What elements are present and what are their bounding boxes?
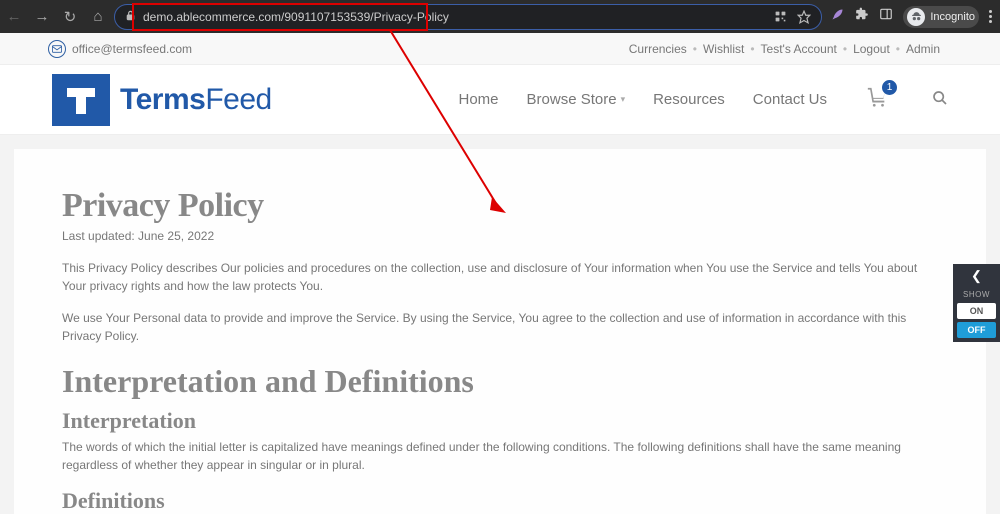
address-right-icons — [774, 10, 811, 24]
separator: • — [896, 42, 900, 56]
forward-button[interactable]: → — [34, 8, 50, 25]
side-show-label: SHOW — [953, 288, 1000, 303]
header: TermsFeed Home Browse Store ▾ Resources … — [0, 65, 1000, 135]
side-panel: ❮ SHOW ON OFF — [953, 264, 1000, 342]
top-strip: office@termsfeed.com Currencies • Wishli… — [0, 33, 1000, 65]
extensions-icon[interactable] — [855, 7, 869, 26]
nav-resources[interactable]: Resources — [653, 91, 725, 108]
chevron-down-icon: ▾ — [621, 94, 626, 105]
email-text: office@termsfeed.com — [72, 42, 192, 56]
link-logout[interactable]: Logout — [853, 42, 890, 56]
separator: • — [750, 42, 754, 56]
chrome-right-icons: Incognito — [830, 6, 994, 28]
updated-text: Last updated: June 25, 2022 — [62, 229, 938, 243]
feather-icon[interactable] — [830, 7, 845, 27]
logo-mark — [52, 74, 110, 126]
separator: • — [843, 42, 847, 56]
para-intro-1: This Privacy Policy describes Our polici… — [62, 259, 938, 295]
reload-button[interactable]: ↻ — [62, 8, 78, 26]
separator: • — [693, 42, 697, 56]
heading-interpretation: Interpretation — [62, 408, 938, 434]
panel-icon[interactable] — [879, 7, 893, 26]
cart-badge: 1 — [882, 80, 897, 95]
browser-chrome: ← → ↻ ⌂ demo.ablecommerce.com/9091107153… — [0, 0, 1000, 33]
menu-icon[interactable] — [989, 10, 992, 23]
email-wrap[interactable]: office@termsfeed.com — [48, 40, 192, 58]
cart-button[interactable]: 1 — [865, 86, 889, 114]
incognito-badge[interactable]: Incognito — [903, 6, 979, 28]
toggle-off[interactable]: OFF — [957, 322, 996, 338]
heading-interpretation-definitions: Interpretation and Definitions — [62, 363, 938, 400]
incognito-icon — [907, 8, 925, 26]
logo-text: TermsFeed — [120, 83, 272, 117]
link-admin[interactable]: Admin — [906, 42, 940, 56]
page-title: Privacy Policy — [62, 187, 938, 225]
lock-icon — [125, 10, 136, 24]
back-button[interactable]: ← — [6, 8, 22, 25]
content-card: Privacy Policy Last updated: June 25, 20… — [14, 149, 986, 514]
nav-home[interactable]: Home — [459, 91, 499, 108]
link-wishlist[interactable]: Wishlist — [703, 42, 744, 56]
nav: Home Browse Store ▾ Resources Contact Us… — [459, 86, 949, 114]
nav-contact[interactable]: Contact Us — [753, 91, 827, 108]
para-interpretation: The words of which the initial letter is… — [62, 438, 938, 474]
search-icon[interactable] — [932, 90, 948, 110]
account-links: Currencies • Wishlist • Test's Account •… — [629, 42, 940, 56]
incognito-label: Incognito — [930, 11, 975, 23]
star-icon[interactable] — [797, 10, 811, 24]
address-bar[interactable]: demo.ablecommerce.com/9091107153539/Priv… — [114, 4, 822, 30]
toggle-on[interactable]: ON — [957, 303, 996, 319]
chevron-left-icon[interactable]: ❮ — [953, 264, 1000, 288]
heading-definitions: Definitions — [62, 488, 938, 514]
content-wrap: Privacy Policy Last updated: June 25, 20… — [0, 135, 1000, 514]
link-account[interactable]: Test's Account — [761, 42, 837, 56]
url-text: demo.ablecommerce.com/9091107153539/Priv… — [143, 10, 759, 24]
nav-browse-label: Browse Store — [527, 91, 617, 108]
nav-browse[interactable]: Browse Store ▾ — [527, 91, 626, 108]
logo[interactable]: TermsFeed — [52, 74, 272, 126]
nav-button-group: ← → ↻ ⌂ — [6, 8, 106, 26]
link-currencies[interactable]: Currencies — [629, 42, 687, 56]
home-button[interactable]: ⌂ — [90, 8, 106, 25]
email-icon — [48, 40, 66, 58]
qr-icon[interactable] — [774, 10, 787, 23]
para-intro-2: We use Your Personal data to provide and… — [62, 309, 938, 345]
